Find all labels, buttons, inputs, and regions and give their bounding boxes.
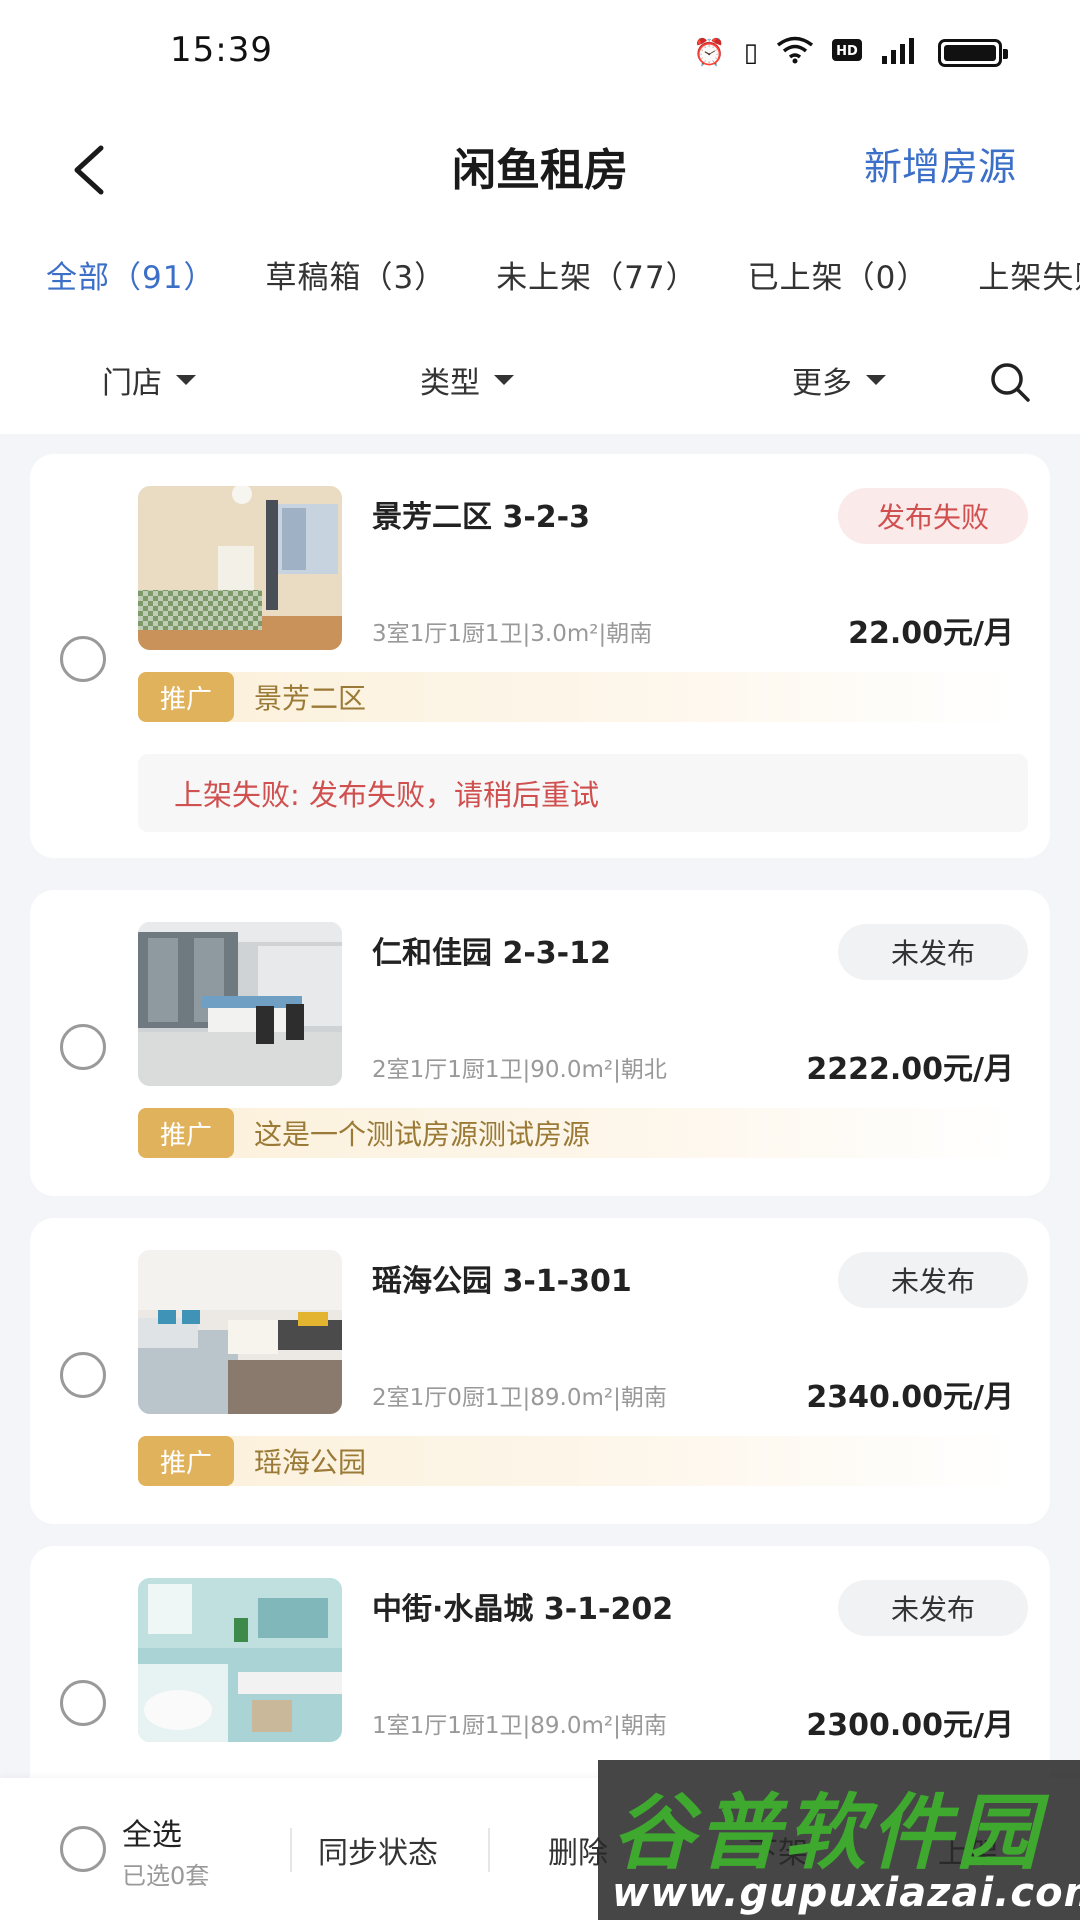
status-badge: 发布失败 — [838, 488, 1028, 544]
select-all-label[interactable]: 全选 — [122, 1810, 182, 1854]
listing-card[interactable]: 景芳二区 3-2-3 发布失败 3室1厅1厨1卫|3.0m²|朝南 22.00元… — [30, 454, 1050, 858]
more-filter-label: 更多 — [792, 366, 852, 401]
selected-count: 已选0套 — [122, 1862, 210, 1890]
select-all-radio[interactable] — [60, 1826, 106, 1872]
battery-icon — [938, 38, 1008, 67]
listing-photo — [138, 922, 342, 1086]
type-filter[interactable]: 类型 — [420, 358, 514, 402]
error-message: 上架失败: 发布失败，请稍后重试 — [138, 754, 1028, 832]
watermark: 谷普软件园 www.gupuxiazai.com — [598, 1760, 1080, 1920]
divider — [290, 1828, 292, 1872]
hd-icon: HD — [832, 39, 862, 66]
tab-listed[interactable]: 已上架（0） — [748, 252, 929, 312]
add-listing-button[interactable]: 新增房源 — [864, 136, 1016, 191]
more-filter[interactable]: 更多 — [792, 358, 886, 402]
divider — [488, 1828, 490, 1872]
listing-select-radio[interactable] — [60, 636, 106, 682]
promo-text: 景芳二区 — [254, 682, 367, 715]
type-filter-label: 类型 — [420, 366, 480, 401]
promo-bar: 推广 瑶海公园 — [138, 1436, 1018, 1486]
store-filter[interactable]: 门店 — [102, 358, 196, 402]
listing-specs: 2室1厅0厨1卫|89.0m²|朝南 — [372, 1385, 667, 1411]
watermark-title: 谷普软件园 — [612, 1786, 1042, 1881]
listing-price: 22.00元/月 — [848, 616, 1014, 651]
wifi-icon — [776, 36, 814, 69]
listing-specs: 1室1厅1厨1卫|89.0m²|朝南 — [372, 1713, 667, 1739]
filter-bar: 门店 类型 更多 — [0, 348, 1080, 418]
svg-text:HD: HD — [836, 44, 858, 59]
promo-tag: 推广 — [138, 672, 234, 722]
promo-bar: 推广 这是一个测试房源测试房源 — [138, 1108, 1018, 1158]
listing-photo — [138, 486, 342, 650]
status-time: 15:39 — [170, 30, 273, 70]
signal-5g-icon — [880, 36, 920, 69]
store-filter-label: 门店 — [102, 366, 162, 401]
listing-card[interactable]: 瑶海公园 3-1-301 未发布 2室1厅0厨1卫|89.0m²|朝南 2340… — [30, 1218, 1050, 1524]
status-badge: 未发布 — [838, 1252, 1028, 1308]
listing-title: 仁和佳园 2-3-12 — [372, 936, 611, 971]
listing-title: 景芳二区 3-2-3 — [372, 500, 590, 535]
promo-tag: 推广 — [138, 1436, 234, 1486]
listing-price: 2340.00元/月 — [806, 1380, 1014, 1415]
listing-card[interactable]: 仁和佳园 2-3-12 未发布 2室1厅1厨1卫|90.0m²|朝北 2222.… — [30, 890, 1050, 1196]
listing-photo — [138, 1250, 342, 1414]
status-badge: 未发布 — [838, 1580, 1028, 1636]
caret-down-icon — [176, 375, 196, 385]
promo-text: 这是一个测试房源测试房源 — [254, 1118, 591, 1151]
status-badge: 未发布 — [838, 924, 1028, 980]
caret-down-icon — [494, 375, 514, 385]
status-tabs: 全部（91） 草稿箱（3） 未上架（77） 已上架（0） 上架失败 — [46, 252, 1080, 312]
alarm-icon: ⏰ — [693, 37, 726, 68]
search-icon — [991, 363, 1030, 402]
listing-select-radio[interactable] — [60, 1352, 106, 1398]
caret-down-icon — [866, 375, 886, 385]
listing-specs: 3室1厅1厨1卫|3.0m²|朝南 — [372, 621, 653, 647]
listing-title: 瑶海公园 3-1-301 — [372, 1264, 632, 1299]
promo-tag: 推广 — [138, 1108, 234, 1158]
tab-unlisted[interactable]: 未上架（77） — [496, 252, 697, 312]
nav-bar: 闲鱼租房 新增房源 — [0, 110, 1080, 240]
search-button[interactable] — [986, 358, 1034, 406]
status-bar: 15:39 ⏰ ▯ HD — [0, 0, 1080, 110]
listing-specs: 2室1厅1厨1卫|90.0m²|朝北 — [372, 1057, 667, 1083]
listing-select-radio[interactable] — [60, 1024, 106, 1070]
listing-select-radio[interactable] — [60, 1680, 106, 1726]
listing-price: 2222.00元/月 — [806, 1052, 1014, 1087]
promo-text: 瑶海公园 — [254, 1446, 367, 1479]
listing-price: 2300.00元/月 — [806, 1708, 1014, 1743]
listing-photo — [138, 1578, 342, 1742]
tab-listing-failed[interactable]: 上架失败 — [978, 252, 1080, 312]
tab-all[interactable]: 全部（91） — [46, 252, 215, 312]
vibrate-icon: ▯ — [743, 37, 758, 68]
status-icons: ⏰ ▯ HD — [693, 36, 1008, 69]
tab-drafts[interactable]: 草稿箱（3） — [265, 252, 446, 312]
sync-status-button[interactable]: 同步状态 — [318, 1828, 438, 1872]
watermark-url: www.gupuxiazai.com — [612, 1870, 1080, 1916]
listing-title: 中街·水晶城 3-1-202 — [372, 1592, 674, 1627]
promo-bar: 推广 景芳二区 — [138, 672, 1018, 722]
